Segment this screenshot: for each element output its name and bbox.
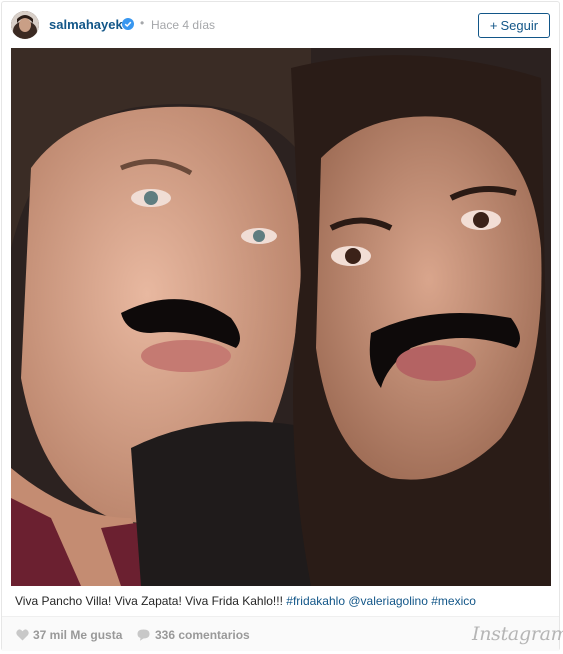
post-photo[interactable] — [11, 48, 551, 586]
verified-badge-icon — [122, 18, 134, 30]
comment-bubble-icon — [137, 629, 150, 641]
post-footer: 37 mil Me gusta 336 comentarios Instagra… — [2, 616, 563, 651]
avatar[interactable] — [11, 11, 39, 39]
mention-valeriagolino[interactable]: @valeriagolino — [348, 594, 428, 608]
hashtag-fridakahlo[interactable]: #fridakahlo — [286, 594, 345, 608]
post-caption: Viva Pancho Villa! Viva Zapata! Viva Fri… — [15, 594, 551, 608]
post-header: salmahayek • Hace 4 días + Seguir — [2, 2, 559, 47]
heart-icon — [16, 629, 29, 641]
username-link[interactable]: salmahayek — [49, 17, 123, 32]
follow-button[interactable]: + Seguir — [478, 13, 550, 38]
instagram-embed-card: salmahayek • Hace 4 días + Seguir Viva P… — [1, 1, 563, 651]
hashtag-mexico[interactable]: #mexico — [431, 594, 476, 608]
likes-count[interactable]: 37 mil Me gusta — [33, 628, 122, 642]
separator-dot: • — [140, 16, 145, 30]
comments-count[interactable]: 336 comentarios — [155, 628, 250, 642]
caption-text: Viva Pancho Villa! Viva Zapata! Viva Fri… — [15, 594, 287, 608]
post-timestamp[interactable]: Hace 4 días — [151, 18, 215, 32]
follow-label: Seguir — [500, 18, 539, 33]
instagram-logo[interactable]: Instagram — [472, 623, 563, 645]
plus-icon: + — [489, 18, 498, 33]
